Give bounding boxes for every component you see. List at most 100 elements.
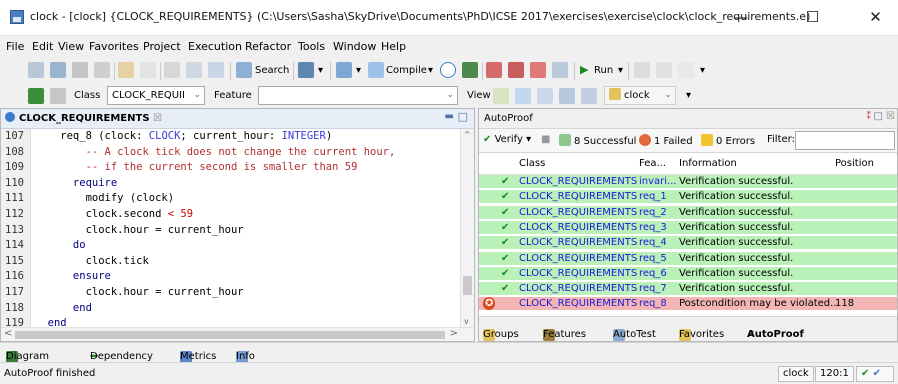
menu-execution[interactable]: Execution: [188, 40, 242, 53]
vertical-scrollbar[interactable]: ^ v: [460, 129, 474, 327]
code-line[interactable]: 116 ensure: [1, 269, 460, 285]
menu-favorites[interactable]: Favorites: [89, 40, 139, 53]
result-class[interactable]: CLOCK_REQUIREMENTS: [519, 236, 637, 249]
close-button[interactable]: ✕: [853, 0, 898, 36]
step-into-icon[interactable]: [634, 62, 650, 78]
code-area[interactable]: 107 req_8 (clock: CLOCK; current_hour: I…: [1, 129, 460, 327]
back-icon[interactable]: [28, 88, 44, 104]
code-line[interactable]: 119 end: [1, 316, 460, 327]
view-chart-icon[interactable]: [581, 88, 597, 104]
close-tab-icon[interactable]: ☒: [153, 113, 162, 124]
view-text-icon[interactable]: [493, 88, 509, 104]
code-line[interactable]: 113 clock.hour = current_hour: [1, 222, 460, 239]
code-line[interactable]: 114 do: [1, 238, 460, 254]
maximize-pane-icon[interactable]: □: [458, 110, 468, 123]
menu-help[interactable]: Help: [381, 40, 406, 53]
result-feature[interactable]: req_6: [639, 267, 667, 280]
menu-refactor[interactable]: Refactor: [245, 40, 291, 53]
code-line[interactable]: 110 require: [1, 175, 460, 192]
menu-edit[interactable]: Edit: [32, 40, 53, 53]
view-interface-icon[interactable]: [559, 88, 575, 104]
stop-debug-icon[interactable]: [508, 62, 524, 78]
result-row[interactable]: ✔ CLOCK_REQUIREMENTS req_5 Verification suc…: [479, 251, 897, 265]
class-combo[interactable]: CLOCK_REQUII ⌄: [107, 86, 205, 105]
result-feature[interactable]: req_2: [639, 206, 667, 219]
tab-clock-requirements[interactable]: CLOCK_REQUIREMENTS ☒: [5, 112, 162, 124]
search-button[interactable]: Search: [255, 65, 289, 76]
minimize-button[interactable]: —: [718, 0, 763, 36]
successful-filter[interactable]: 8 Successful: [559, 134, 636, 147]
result-feature[interactable]: req_7: [639, 282, 667, 295]
verify-button[interactable]: ✔ Verify ▾: [483, 134, 531, 145]
scroll-right-icon[interactable]: >: [450, 328, 458, 339]
column-position[interactable]: Position: [835, 158, 874, 169]
result-row[interactable]: ⊞ ✪CLOCK_REQUIREMENTSreq_8Postcondition …: [479, 297, 897, 311]
system-icon[interactable]: [336, 62, 352, 78]
column-information[interactable]: Information: [679, 158, 737, 169]
chevron-down-icon[interactable]: ▾: [686, 90, 691, 101]
code-line[interactable]: 108 -- A clock tick does not change the …: [1, 144, 460, 161]
failed-filter[interactable]: 1 Failed: [639, 134, 693, 147]
feature-combo[interactable]: ⌄: [258, 86, 458, 105]
maximize-pane-icon[interactable]: □: [874, 111, 883, 122]
run-icon[interactable]: ▶: [580, 63, 588, 76]
result-class[interactable]: CLOCK_REQUIREMENTS: [519, 175, 637, 188]
result-class[interactable]: CLOCK_REQUIREMENTS: [519, 190, 637, 203]
maximize-button[interactable]: ☐: [790, 0, 835, 36]
horizontal-scrollbar[interactable]: < >: [1, 327, 474, 341]
step-over-icon[interactable]: [656, 62, 672, 78]
copy-icon[interactable]: [186, 62, 202, 78]
errors-filter[interactable]: 0 Errors: [701, 134, 755, 147]
compile-dropdown-icon[interactable]: ▾: [428, 65, 433, 76]
debug-icon[interactable]: [486, 62, 502, 78]
code-line[interactable]: 117 clock.hour = current_hour: [1, 284, 460, 301]
result-class[interactable]: CLOCK_REQUIREMENTS: [519, 297, 637, 310]
code-line[interactable]: 112 clock.second < 59: [1, 206, 460, 223]
result-feature[interactable]: req_5: [639, 252, 667, 265]
cluster-combo[interactable]: clock ⌄: [604, 86, 676, 105]
cluster-dropdown-icon[interactable]: ▾: [318, 65, 323, 76]
filter-input[interactable]: [795, 131, 895, 150]
menu-file[interactable]: File: [6, 40, 24, 53]
clear-breakpoints-icon[interactable]: [530, 62, 546, 78]
paste-icon[interactable]: [208, 62, 224, 78]
step-dropdown-icon[interactable]: ▾: [700, 65, 705, 76]
system-dropdown-icon[interactable]: ▾: [356, 65, 361, 76]
menu-tools[interactable]: Tools: [298, 40, 325, 53]
column-feature[interactable]: Fea...: [639, 158, 666, 169]
new-icon[interactable]: [28, 62, 44, 78]
scroll-thumb[interactable]: [15, 331, 445, 339]
open-icon[interactable]: [50, 62, 66, 78]
result-feature[interactable]: req_8: [639, 297, 667, 310]
finalize-icon[interactable]: [462, 62, 478, 78]
cluster-icon[interactable]: [298, 62, 314, 78]
cut-icon[interactable]: [164, 62, 180, 78]
run-dropdown-icon[interactable]: ▾: [618, 65, 623, 76]
menu-window[interactable]: Window: [333, 40, 376, 53]
menu-project[interactable]: Project: [143, 40, 181, 53]
view-contract-icon[interactable]: [515, 88, 531, 104]
redo-icon[interactable]: [140, 62, 156, 78]
column-class[interactable]: Class: [519, 158, 545, 169]
scroll-left-icon[interactable]: <: [4, 328, 12, 339]
scroll-up-icon[interactable]: ^: [464, 130, 471, 139]
close-pane-icon[interactable]: ☒: [886, 111, 895, 122]
result-position[interactable]: 118: [835, 297, 854, 310]
pin-icon[interactable]: ⁑: [867, 112, 872, 122]
result-feature[interactable]: req_3: [639, 221, 667, 234]
result-row[interactable]: ✔ CLOCK_REQUIREMENTS req_6 Verification suc…: [479, 266, 897, 280]
info-icon[interactable]: [440, 62, 456, 78]
run-button[interactable]: Run: [594, 65, 613, 76]
scroll-thumb[interactable]: [463, 276, 472, 295]
code-line[interactable]: 107 req_8 (clock: CLOCK; current_hour: I…: [1, 129, 460, 145]
step-out-icon[interactable]: [678, 62, 694, 78]
code-line[interactable]: 109 -- if the current second is smaller …: [1, 160, 460, 176]
result-class[interactable]: CLOCK_REQUIREMENTS: [519, 267, 637, 280]
view-flat-icon[interactable]: [537, 88, 553, 104]
stop-icon[interactable]: ■: [541, 134, 550, 145]
result-row[interactable]: ✔ CLOCK_REQUIREMENTS invari... Verification…: [479, 175, 897, 188]
result-row[interactable]: ✔ CLOCK_REQUIREMENTS req_7 Verification suc…: [479, 282, 897, 296]
result-row[interactable]: ✔ CLOCK_REQUIREMENTS req_3 Verification suc…: [479, 220, 897, 234]
result-row[interactable]: ✔ CLOCK_REQUIREMENTS req_2 Verification suc…: [479, 205, 897, 219]
run-terminal-icon[interactable]: [552, 62, 568, 78]
